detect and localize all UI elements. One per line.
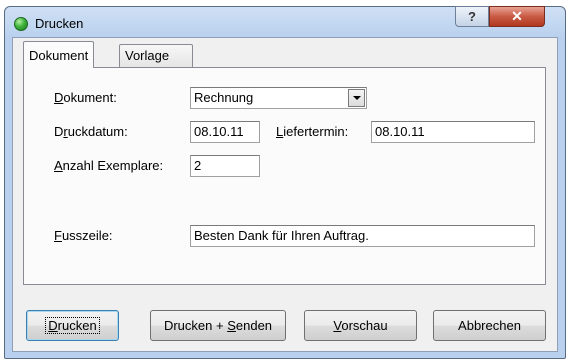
fusszeile-field[interactable]: Besten Dank für Ihren Auftrag. [190, 225, 535, 247]
abbrechen-button-label: Abbrechen [458, 318, 521, 333]
app-icon [14, 17, 28, 31]
tab-label: Dokument [29, 48, 89, 63]
vorschau-button[interactable]: Vorschau [304, 310, 417, 341]
tab-vorlage[interactable]: Vorlage [119, 44, 193, 67]
chevron-down-icon[interactable] [348, 89, 365, 107]
drucken-senden-button[interactable]: Drucken + Senden [150, 310, 286, 341]
liefertermin-field[interactable]: 08.10.11 [371, 121, 535, 143]
dialog-client-area: Dokument Vorlage Dokument: Rechnung Druc… [12, 37, 558, 352]
print-dialog-window: Drucken ? ✕ Dokument Vorlage Dokument: R… [4, 6, 566, 359]
druckdatum-label: Druckdatum: [54, 124, 128, 139]
drucken-senden-button-label: Drucken + Senden [163, 318, 273, 333]
fusszeile-label: Fusszeile: [54, 228, 113, 243]
drucken-button[interactable]: Drucken [26, 310, 119, 341]
dokument-label: Dokument: [54, 90, 117, 105]
dokument-select[interactable]: Rechnung [190, 87, 367, 109]
drucken-button-label: Drucken [45, 317, 100, 334]
question-mark-icon: ? [468, 9, 476, 24]
anzahl-exemplare-label: Anzahl Exemplare: [54, 158, 164, 173]
druckdatum-field[interactable]: 08.10.11 [190, 121, 260, 143]
dokument-select-value: Rechnung [194, 90, 254, 105]
close-button[interactable]: ✕ [489, 6, 545, 27]
tab-label: Vorlage [125, 48, 170, 63]
title-bar[interactable]: Drucken ? ✕ [5, 6, 565, 37]
tab-dokument[interactable]: Dokument [23, 41, 95, 68]
liefertermin-label: Liefertermin: [276, 124, 349, 139]
help-button[interactable]: ? [455, 6, 489, 27]
close-icon: ✕ [511, 8, 523, 24]
abbrechen-button[interactable]: Abbrechen [433, 310, 546, 341]
window-title: Drucken [35, 16, 84, 31]
anzahl-exemplare-field[interactable]: 2 [190, 155, 260, 177]
tab-panel-dokument: Dokument: Rechnung Druckdatum: 08.10.11 … [23, 67, 546, 285]
vorschau-button-label: Vorschau [333, 318, 388, 333]
